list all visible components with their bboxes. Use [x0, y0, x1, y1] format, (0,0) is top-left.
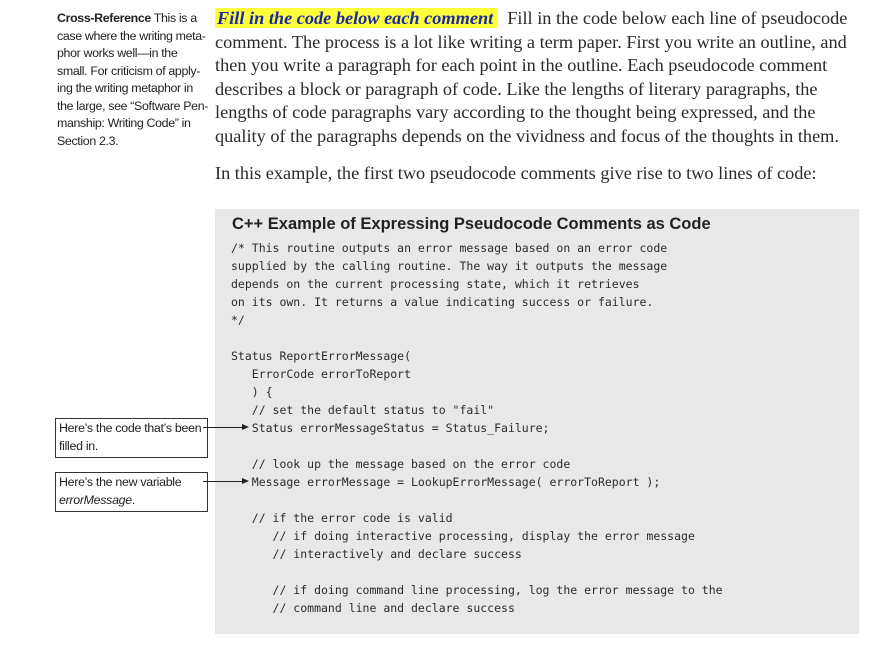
body-paragraph-fill-in-code: Fill in the code below each comment Fill … [215, 7, 865, 148]
paragraph-line: then you write a paragraph for each poin… [215, 55, 828, 75]
paragraph-line: comment. The process is a lot like writi… [215, 31, 847, 52]
code-line: depends on the current processing state,… [231, 277, 640, 291]
cross-reference-line-2: case where the writing meta- [57, 28, 206, 43]
callout-arrow [203, 424, 249, 430]
callout-new-variable: Here’s the new variable errorMessage. [55, 472, 208, 512]
callout-line: Here’s the new variable [59, 475, 182, 489]
code-line: // set the default status to "fail" [231, 403, 495, 417]
code-line: supplied by the calling routine. The way… [231, 259, 668, 273]
code-example-title: C++ Example of Expressing Pseudocode Com… [232, 215, 711, 233]
code-line: ErrorCode errorToReport [231, 367, 412, 381]
cross-reference-line-6: the large, see “Software Pen- [57, 98, 209, 113]
callout-filled-in-code: Here’s the code that’s been filled in. [55, 418, 208, 458]
paragraph-line: Fill in the code below each comment Fill … [215, 8, 848, 28]
code-line: // look up the message based on the erro… [231, 457, 571, 471]
paragraph-line: lengths of code paragraphs vary accordin… [215, 102, 816, 122]
cross-reference-label: Cross-Reference [57, 11, 151, 25]
code-line: Status errorMessageStatus = Status_Failu… [231, 421, 550, 435]
code-line: Message errorMessage = LookupErrorMessag… [231, 475, 661, 489]
cross-reference-line-7: manship: Writing Code” in [57, 116, 191, 130]
code-line: // interactively and declare success [231, 547, 522, 561]
code-line: // if the error code is valid [231, 511, 453, 525]
cross-reference-line-5: ing the writing metaphor in [57, 81, 193, 95]
cross-reference-line-1: Cross-Reference This is a [57, 11, 197, 25]
callout-line: Here’s the code that’s been [59, 421, 202, 435]
callout-line: filled in. [59, 438, 99, 453]
cross-reference-note: Cross-Reference This is a case where the… [57, 10, 209, 150]
code-line: ) { [231, 385, 273, 399]
code-example-box: C++ Example of Expressing Pseudocode Com… [215, 209, 859, 634]
code-line: on its own. It returns a value indicatin… [231, 295, 654, 309]
code-line: // if doing command line processing, log… [231, 583, 723, 597]
cross-reference-line-8: Section 2.3. [57, 133, 119, 148]
paragraph-line: In this example, the first two pseudocod… [215, 163, 817, 183]
callout-line: errorMessage. [59, 492, 135, 507]
code-line: // if doing interactive processing, disp… [231, 529, 695, 543]
callout-arrow [203, 478, 249, 484]
paragraph-line: quality of the paragraphs depends on the… [215, 125, 839, 146]
highlighted-run-in-heading: Fill in the code below each comment [215, 8, 498, 28]
paragraph-line: describes a block or paragraph of code. … [215, 78, 818, 99]
code-line: /* This routine outputs an error message… [231, 241, 668, 255]
body-paragraph-example-intro: In this example, the first two pseudocod… [215, 162, 865, 186]
cross-reference-line-3: phor works well—in the [57, 46, 178, 60]
code-line: Status ReportErrorMessage( [231, 349, 412, 363]
cross-reference-line-4: small. For criticism of apply- [57, 63, 201, 78]
variable-name: errorMessage [59, 492, 132, 507]
code-line: // command line and declare success [231, 601, 515, 615]
code-line: */ [231, 313, 245, 327]
